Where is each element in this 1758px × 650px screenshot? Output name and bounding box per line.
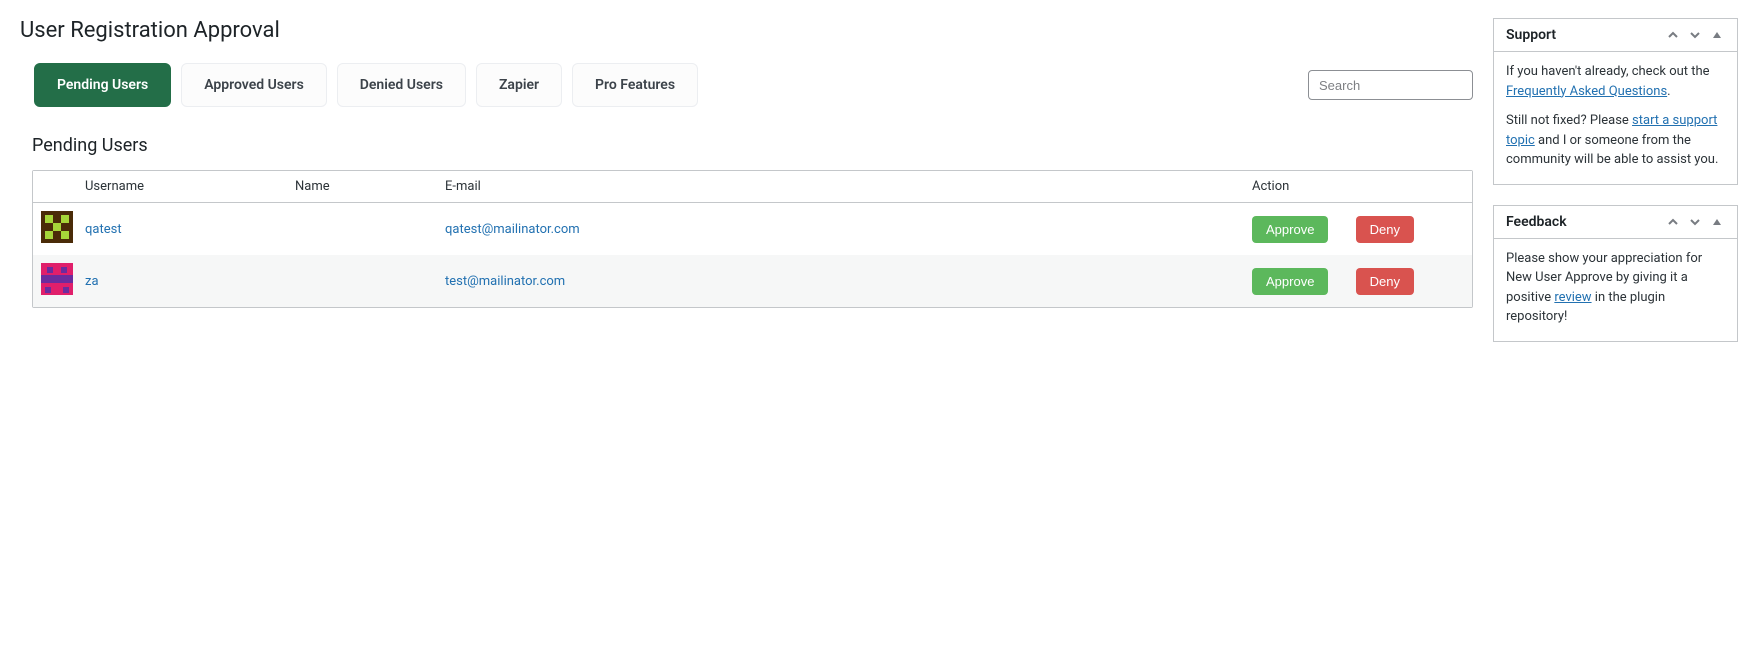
col-header-action: Action (1242, 171, 1472, 203)
tab-zapier[interactable]: Zapier (476, 63, 562, 107)
review-link[interactable]: review (1554, 290, 1591, 305)
section-title: Pending Users (32, 135, 1473, 156)
tab-pending-users[interactable]: Pending Users (34, 63, 171, 107)
table-row: za test@mailinator.com Approve Deny (33, 255, 1472, 307)
search-input[interactable] (1308, 70, 1473, 100)
tab-approved-users[interactable]: Approved Users (181, 63, 327, 107)
col-header-username: Username (75, 171, 285, 203)
chevron-up-icon[interactable] (1665, 214, 1681, 230)
table-row: qatest qatest@mailinator.com Approve Den… (33, 203, 1472, 256)
tab-denied-users[interactable]: Denied Users (337, 63, 466, 107)
tab-pro-features[interactable]: Pro Features (572, 63, 698, 107)
page-title: User Registration Approval (20, 18, 1473, 43)
support-panel-body: If you haven't already, check out the Fr… (1494, 52, 1737, 184)
cell-name (285, 203, 435, 256)
approve-button[interactable]: Approve (1252, 268, 1328, 295)
faq-link[interactable]: Frequently Asked Questions (1506, 84, 1667, 99)
feedback-panel: Feedback Please show your appreciation f… (1493, 205, 1738, 342)
username-link[interactable]: za (85, 274, 99, 289)
chevron-down-icon[interactable] (1687, 27, 1703, 43)
col-header-name: Name (285, 171, 435, 203)
collapse-triangle-icon[interactable] (1709, 27, 1725, 43)
email-link[interactable]: qatest@mailinator.com (445, 222, 580, 237)
chevron-up-icon[interactable] (1665, 27, 1681, 43)
avatar (41, 211, 73, 243)
email-link[interactable]: test@mailinator.com (445, 274, 565, 289)
username-link[interactable]: qatest (85, 222, 122, 237)
users-table: Username Name E-mail Action (33, 171, 1472, 307)
support-text: Still not fixed? Please (1506, 113, 1632, 128)
support-text: . (1667, 84, 1670, 99)
support-panel-title: Support (1506, 27, 1665, 43)
collapse-triangle-icon[interactable] (1709, 214, 1725, 230)
support-panel-header: Support (1494, 19, 1737, 52)
col-header-email: E-mail (435, 171, 1242, 203)
deny-button[interactable]: Deny (1356, 268, 1414, 295)
avatar (41, 263, 73, 295)
users-table-wrap: Username Name E-mail Action (32, 170, 1473, 308)
approve-button[interactable]: Approve (1252, 216, 1328, 243)
support-text: If you haven't already, check out the (1506, 64, 1710, 79)
feedback-panel-header: Feedback (1494, 206, 1737, 239)
support-panel: Support If you haven't already, check ou… (1493, 18, 1738, 185)
cell-name (285, 255, 435, 307)
feedback-panel-body: Please show your appreciation for New Us… (1494, 239, 1737, 341)
search-wrap (1308, 70, 1473, 100)
chevron-down-icon[interactable] (1687, 214, 1703, 230)
support-text: and I or someone from the community will… (1506, 133, 1718, 168)
tabs-row: Pending Users Approved Users Denied User… (34, 63, 1473, 107)
deny-button[interactable]: Deny (1356, 216, 1414, 243)
feedback-panel-title: Feedback (1506, 214, 1665, 230)
